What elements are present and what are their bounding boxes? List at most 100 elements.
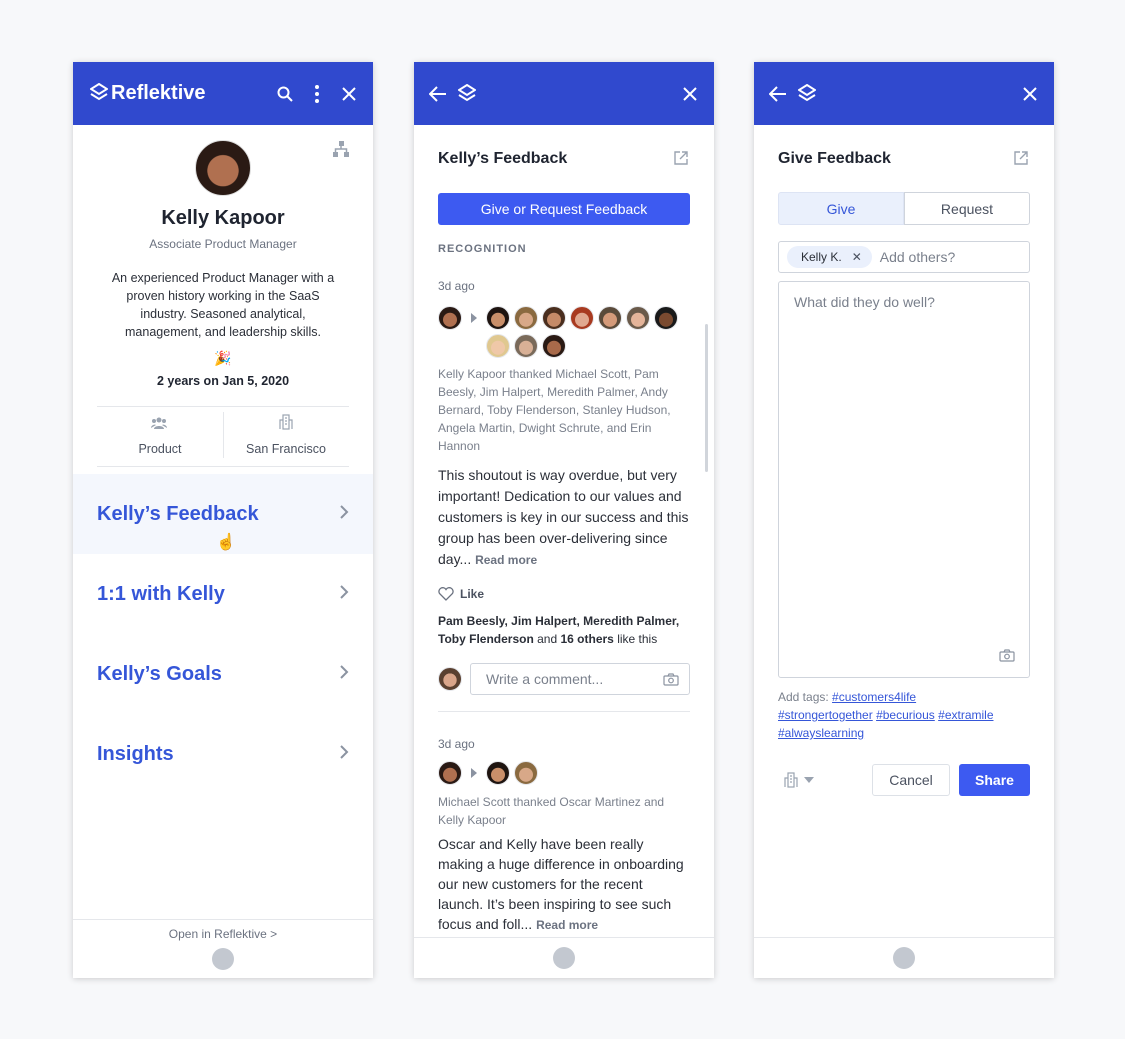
divider — [438, 711, 690, 712]
tab-request[interactable]: Request — [904, 192, 1030, 225]
chip-label: Kelly K. — [801, 250, 842, 264]
recipient-chip: Kelly K. ✕ — [787, 246, 872, 268]
panel-title: Give Feedback — [778, 150, 891, 167]
visibility-dropdown[interactable] — [784, 772, 814, 788]
department: Product — [138, 442, 182, 456]
read-more-link[interactable]: Read more — [536, 918, 598, 932]
post-message-text: This shoutout is way overdue, but very i… — [438, 467, 689, 567]
recipients-input[interactable]: Kelly K. ✕ Add others? — [778, 241, 1030, 273]
search-icon[interactable] — [275, 84, 295, 104]
share-button[interactable]: Share — [959, 764, 1030, 796]
arrow-right-icon — [471, 768, 477, 778]
header: Reflektive — [73, 62, 373, 125]
chevron-right-icon — [339, 743, 349, 766]
recipient-placeholder: Add others? — [879, 249, 956, 265]
profile-title: Associate Product Manager — [149, 237, 297, 251]
avatar — [626, 306, 650, 330]
reflektive-logo-icon — [553, 947, 575, 969]
external-link-icon[interactable] — [674, 151, 688, 165]
avatar — [514, 761, 538, 785]
tags-label: Add tags: — [778, 690, 829, 704]
close-icon[interactable] — [339, 84, 359, 104]
cancel-button[interactable]: Cancel — [872, 764, 950, 796]
avatar — [514, 334, 538, 358]
camera-icon[interactable] — [999, 649, 1015, 662]
footer — [414, 937, 714, 978]
open-in-reflektive-link[interactable]: Open in Reflektive > — [73, 927, 373, 941]
header — [414, 62, 714, 125]
nav-kellys-feedback[interactable]: Kelly’s Feedback ☝ — [73, 474, 373, 554]
team-icon — [151, 416, 167, 430]
like-label: Like — [460, 587, 485, 601]
camera-icon[interactable] — [663, 672, 679, 686]
more-vertical-icon[interactable] — [307, 84, 327, 104]
nav-label: Kelly’s Feedback — [97, 502, 259, 525]
avatar — [486, 761, 510, 785]
reflektive-logo-icon — [797, 83, 817, 105]
avatar — [486, 334, 510, 358]
post-time: 3d ago — [438, 737, 475, 751]
avatar — [438, 306, 462, 330]
back-arrow-icon[interactable] — [768, 84, 788, 104]
comment-placeholder: Write a comment... — [486, 671, 604, 687]
likes-summary: Pam Beesly, Jim Halpert, Meredith Palmer… — [438, 614, 680, 646]
tag-link[interactable]: #extramile — [938, 708, 993, 722]
back-arrow-icon[interactable] — [428, 84, 448, 104]
avatar — [195, 140, 251, 196]
tag-link[interactable]: #strongertogether — [778, 708, 873, 722]
profile-panel: Reflektive Kelly Kapoor Associate Produc… — [73, 62, 373, 978]
nav-insights[interactable]: Insights — [73, 714, 373, 794]
org-chart-icon[interactable] — [333, 141, 349, 157]
close-icon[interactable] — [1020, 84, 1040, 104]
nav-label: Insights — [97, 742, 174, 765]
nav-label: 1:1 with Kelly — [97, 582, 225, 605]
textarea-placeholder: What did they do well? — [794, 294, 935, 310]
read-more-link[interactable]: Read more — [475, 553, 537, 567]
avatar — [438, 761, 462, 785]
footer: Open in Reflektive > — [73, 919, 373, 978]
nav-one-on-one[interactable]: 1:1 with Kelly — [73, 554, 373, 634]
panel-title: Kelly’s Feedback — [438, 150, 568, 167]
header — [754, 62, 1054, 125]
profile-name: Kelly Kapoor — [161, 207, 285, 229]
nav-label: Kelly’s Goals — [97, 662, 222, 685]
tag-link[interactable]: #alwayslearning — [778, 726, 864, 740]
post-thanks: Michael Scott thanked Oscar Martinez and… — [438, 795, 665, 827]
tag-link[interactable]: #becurious — [876, 708, 935, 722]
close-icon[interactable] — [680, 84, 700, 104]
like-button[interactable]: Like — [438, 587, 484, 601]
cursor-hand-icon: ☝ — [216, 534, 236, 551]
building-icon — [278, 414, 294, 430]
footer — [754, 937, 1054, 978]
celebration-icon: 🎉 — [214, 350, 232, 366]
arrow-right-icon — [471, 313, 477, 323]
remove-chip-icon[interactable]: ✕ — [852, 250, 862, 264]
location: San Francisco — [246, 442, 326, 456]
chevron-right-icon — [339, 503, 349, 526]
profile-bio: An experienced Product Manager with a pr… — [111, 271, 335, 339]
reflektive-logo-icon — [457, 83, 477, 105]
chevron-right-icon — [339, 583, 349, 606]
give-feedback-panel: Give Feedback Give Request Kelly K. ✕ Add… — [754, 62, 1054, 978]
external-link-icon[interactable] — [1014, 151, 1028, 165]
comment-input[interactable]: Write a comment... — [470, 663, 690, 695]
reflektive-logo-icon — [893, 947, 915, 969]
tag-link[interactable]: #customers4life — [832, 690, 916, 704]
tags: Add tags: #customers4life #strongertogeth… — [778, 688, 1030, 742]
tab-give[interactable]: Give — [778, 192, 904, 225]
brand-name: Reflektive — [111, 82, 206, 104]
avatar — [486, 306, 510, 330]
avatar — [542, 306, 566, 330]
caret-down-icon — [804, 777, 814, 783]
nav-kellys-goals[interactable]: Kelly’s Goals — [73, 634, 373, 714]
post-message: This shoutout is way overdue, but very i… — [438, 465, 690, 571]
building-icon — [784, 772, 798, 788]
feedback-textarea[interactable]: What did they do well? — [778, 281, 1030, 678]
section-label: RECOGNITION — [438, 243, 527, 255]
post-time: 3d ago — [438, 279, 475, 293]
post-message: Oscar and Kelly have been really making … — [438, 834, 690, 935]
give-or-request-feedback-button[interactable]: Give or Request Feedback — [438, 193, 690, 225]
avatar — [542, 334, 566, 358]
scrollbar[interactable] — [705, 324, 708, 472]
feed: RECOGNITION 3d ago Kelly Kapoor thanked … — [414, 238, 714, 937]
